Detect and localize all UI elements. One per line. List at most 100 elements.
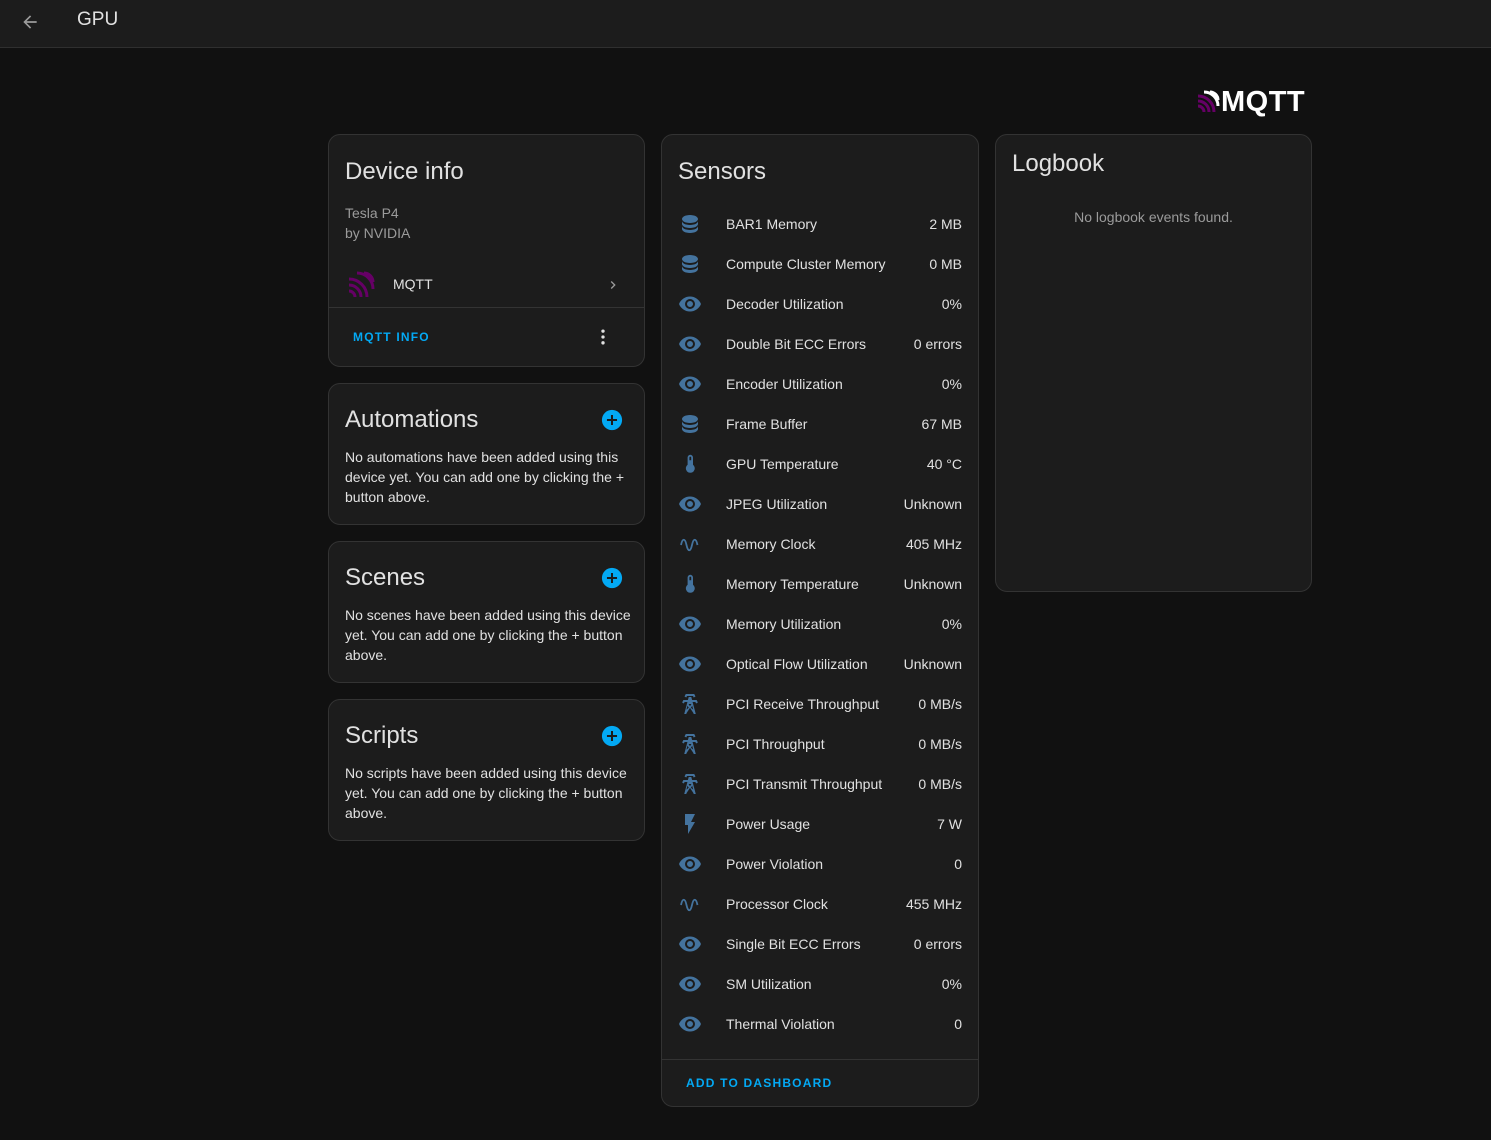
eye-icon [679,936,701,952]
mqtt-logo: MQTT [1196,86,1305,118]
sensor-value: 0 [954,1016,962,1032]
sensor-name: Memory Clock [726,536,816,552]
sensor-row[interactable]: Compute Cluster Memory 0 MB [662,244,978,284]
sensor-value: 0% [941,296,962,312]
mqtt-logo-icon [1197,90,1220,113]
sensor-name: SM Utilization [726,976,812,992]
sensor-row[interactable]: BAR1 Memory 2 MB [662,204,978,244]
more-options-button[interactable] [591,323,615,351]
eye-icon [679,976,701,992]
sensor-row[interactable]: Memory Clock 405 MHz [662,524,978,564]
sensor-value: 455 MHz [905,896,962,912]
sensor-row[interactable]: Power Violation 0 [662,844,978,884]
mqtt-integration-icon [348,271,375,298]
sensor-name: PCI Receive Throughput [726,696,880,712]
sensor-row[interactable]: PCI Receive Throughput 0 MB/s [662,684,978,724]
sensor-row[interactable]: Memory Utilization 0% [662,604,978,644]
thermometer-icon [685,454,695,473]
scripts-title: Scripts [345,722,419,749]
sensor-value: 0 MB/s [918,736,962,752]
sensor-name: Memory Temperature [726,576,859,592]
sensor-row[interactable]: PCI Transmit Throughput 0 MB/s [662,764,978,804]
sensor-value: 0 MB [929,256,962,272]
sensor-row[interactable]: JPEG Utilization Unknown [662,484,978,524]
sensor-row[interactable]: Frame Buffer 67 MB [662,404,978,444]
sine-wave-icon [680,538,699,552]
sensor-row[interactable]: Power Usage 7 W [662,804,978,844]
sensor-name: Frame Buffer [726,416,808,432]
sensor-value: 405 MHz [905,536,962,552]
sensor-value: 0 MB/s [918,776,962,792]
sensor-name: BAR1 Memory [726,216,818,232]
automations-description: No automations have been added using thi… [345,449,625,505]
sensor-value: 0% [941,616,962,632]
sensor-row[interactable]: Decoder Utilization 0% [662,284,978,324]
sensor-name: Double Bit ECC Errors [726,336,867,352]
sensor-value: Unknown [903,656,962,672]
card-divider [662,1059,978,1060]
integration-row-mqtt[interactable]: MQTT [329,263,644,307]
mqtt-logo-text: MQTT [1221,85,1306,118]
scripts-description: No scripts have been added using this de… [345,765,627,821]
chevron-right-icon [610,281,616,289]
sensor-name: Single Bit ECC Errors [726,936,861,952]
device-model: Tesla P4 [345,205,399,221]
scenes-description: No scenes have been added using this dev… [345,607,631,663]
sensors-title: Sensors [678,158,767,185]
back-button[interactable] [14,6,46,38]
sensor-name: Decoder Utilization [726,296,844,312]
sensor-row[interactable]: Thermal Violation 0 [662,1004,978,1044]
sensor-value: 67 MB [921,416,962,432]
logbook-title: Logbook [1012,150,1105,177]
sine-wave-icon [680,898,699,912]
sensor-name: GPU Temperature [726,456,839,472]
scenes-title: Scenes [345,564,426,591]
sensor-name: Processor Clock [726,896,828,912]
sensor-row[interactable]: Encoder Utilization 0% [662,364,978,404]
automations-title: Automations [345,406,479,433]
scripts-card: Scripts No scripts have been added using… [328,699,645,841]
sensor-value: 0 errors [913,336,962,352]
sensor-value: 2 MB [929,216,962,232]
sensor-row[interactable]: Single Bit ECC Errors 0 errors [662,924,978,964]
sensor-row[interactable]: Processor Clock 455 MHz [662,884,978,924]
automations-card: Automations No automations have been add… [328,383,645,525]
scenes-card: Scenes No scenes have been added using t… [328,541,645,683]
sensor-row[interactable]: Double Bit ECC Errors 0 errors [662,324,978,364]
device-manufacturer: by NVIDIA [345,225,411,241]
integration-label: MQTT [393,276,433,292]
sensor-row[interactable]: Optical Flow Utilization Unknown [662,644,978,684]
card-divider [329,307,644,308]
sensor-name: Power Usage [726,816,811,832]
sensor-value: 40 °C [926,456,962,472]
sensor-value: 0% [941,976,962,992]
transmission-tower-icon [682,734,698,754]
sensor-name: Thermal Violation [726,1016,835,1032]
device-info-card: Device info Tesla P4 by NVIDIA MQTT MQTT… [328,134,645,367]
sensor-row[interactable]: Memory Temperature Unknown [662,564,978,604]
add-automation-button[interactable] [601,409,623,431]
sensor-row[interactable]: SM Utilization 0% [662,964,978,1004]
eye-icon [679,336,701,352]
add-script-button[interactable] [601,725,623,747]
arrow-left-icon [23,15,37,29]
sensor-name: Power Violation [726,856,824,872]
sensor-value: 0 errors [913,936,962,952]
sensors-card: Sensors BAR1 Memory 2 MB Compute Cluster M… [661,134,979,1107]
sensor-name: Memory Utilization [726,616,842,632]
sensor-row[interactable]: PCI Throughput 0 MB/s [662,724,978,764]
sensor-list: BAR1 Memory 2 MB Compute Cluster Memory 0 M… [662,204,978,1044]
eye-icon [679,496,701,512]
eye-icon [679,296,701,312]
add-scene-button[interactable] [601,567,623,589]
sensor-value: 7 W [937,816,962,832]
sensor-name: PCI Throughput [726,736,825,752]
database-icon [682,415,698,433]
sensor-row[interactable]: GPU Temperature 40 °C [662,444,978,484]
transmission-tower-icon [682,774,698,794]
add-to-dashboard-button[interactable]: ADD TO DASHBOARD [678,1069,840,1097]
sensor-value: 0 [954,856,962,872]
device-info-title: Device info [345,158,464,185]
mqtt-info-button[interactable]: MQTT INFO [345,323,438,351]
database-icon [682,215,698,233]
